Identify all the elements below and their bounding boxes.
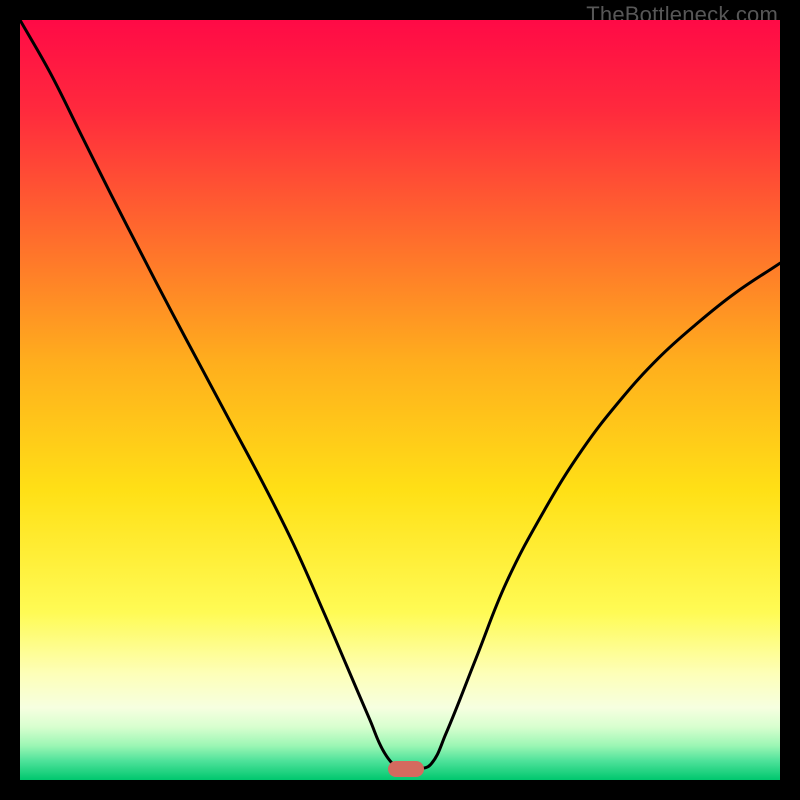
bottleneck-curve: [20, 20, 780, 780]
optimum-marker: [388, 761, 424, 777]
plot-area: [20, 20, 780, 780]
chart-stage: TheBottleneck.com: [0, 0, 800, 800]
